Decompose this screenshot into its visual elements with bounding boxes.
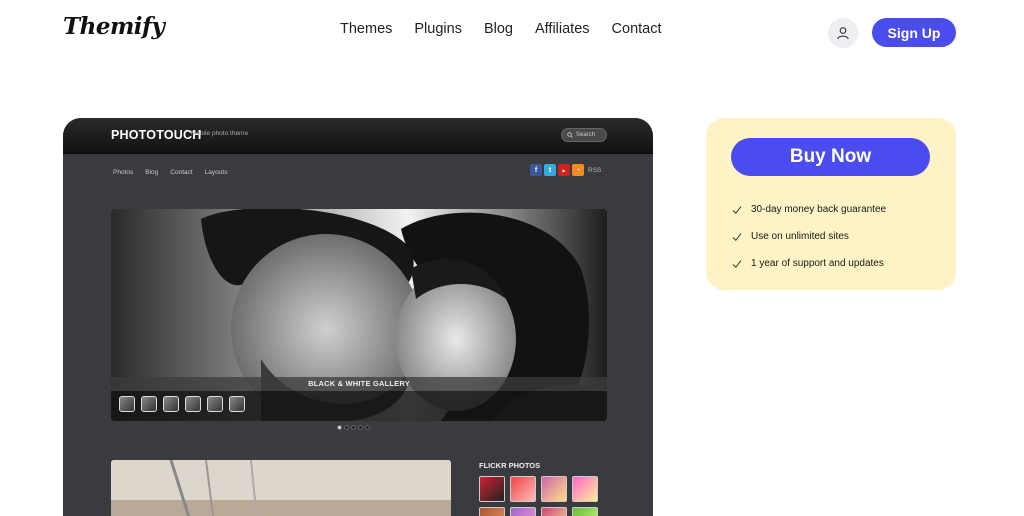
themify-logo[interactable]: Themify	[63, 13, 165, 40]
feature-text: 1 year of support and updates	[751, 258, 884, 269]
nav-themes[interactable]: Themes	[340, 21, 392, 37]
feature-text: 30-day money back guarantee	[751, 204, 887, 215]
preview-brand: PHOTOTOUCH	[111, 128, 202, 142]
feature-list: 30-day money back guarantee Use on unlim…	[732, 196, 886, 277]
preview-search: Search	[561, 128, 607, 142]
preview-nav-photos: Photos	[113, 169, 134, 176]
nav-blog[interactable]: Blog	[484, 21, 513, 37]
nav-contact[interactable]: Contact	[612, 21, 662, 37]
gallery-thumb	[141, 396, 157, 412]
flickr-thumb	[479, 476, 505, 502]
preview-nav-blog: Blog	[145, 169, 159, 176]
rss-label: RSS	[588, 166, 602, 174]
nav-affiliates[interactable]: Affiliates	[535, 21, 590, 37]
hero-caption: BLACK & WHITE GALLERY	[111, 377, 607, 391]
check-icon	[732, 232, 742, 241]
rope-photo	[111, 460, 451, 516]
feature-item: Use on unlimited sites	[732, 223, 886, 250]
preview-tagline: Mobile photo theme	[191, 130, 249, 137]
hero-thumbnail-strip	[111, 391, 607, 421]
flickr-thumb	[541, 507, 567, 516]
flickr-thumb	[479, 507, 505, 516]
feature-item: 30-day money back guarantee	[732, 196, 886, 223]
preview-nav-contact: Contact	[170, 169, 193, 176]
pagination-dot	[358, 425, 363, 430]
pagination-dot	[365, 425, 370, 430]
twitter-icon: t	[544, 164, 556, 176]
hero-slider: BLACK & WHITE GALLERY	[111, 209, 607, 421]
nav-plugins[interactable]: Plugins	[414, 21, 462, 37]
preview-social-icons: f t ▶ ◔ RSS	[530, 164, 601, 176]
slider-pagination	[337, 425, 370, 430]
feature-item: 1 year of support and updates	[732, 250, 886, 277]
facebook-icon: f	[530, 164, 542, 176]
theme-preview-screenshot: PHOTOTOUCH Mobile photo theme Search Pho…	[63, 118, 653, 516]
preview-nav-layouts: Layouts	[204, 169, 228, 176]
flickr-photo-grid	[479, 476, 598, 516]
flickr-thumb	[510, 507, 536, 516]
main-nav: Themes Plugins Blog Affiliates Contact	[340, 21, 662, 37]
user-icon	[837, 27, 849, 40]
gallery-thumb	[229, 396, 245, 412]
gallery-thumb	[185, 396, 201, 412]
preview-post-image	[111, 460, 451, 516]
sign-up-button[interactable]: Sign Up	[872, 18, 956, 47]
rss-icon: ◔	[572, 164, 584, 176]
site-header: Themify Themes Plugins Blog Affiliates C…	[0, 0, 1024, 60]
preview-nav: Photos Blog Contact Layouts	[113, 169, 227, 176]
check-icon	[732, 259, 742, 268]
pagination-dot	[337, 425, 342, 430]
purchase-box: Buy Now 30-day money back guarantee Use …	[706, 118, 956, 290]
feature-text: Use on unlimited sites	[751, 231, 849, 242]
flickr-title: FLICKR PHOTOS	[479, 461, 541, 470]
pagination-dot	[351, 425, 356, 430]
flickr-thumb	[572, 507, 598, 516]
buy-now-button[interactable]: Buy Now	[731, 138, 930, 176]
pagination-dot	[344, 425, 349, 430]
flickr-thumb	[572, 476, 598, 502]
preview-topbar: PHOTOTOUCH Mobile photo theme Search	[63, 118, 653, 154]
check-icon	[732, 205, 742, 214]
gallery-thumb	[163, 396, 179, 412]
account-button[interactable]	[828, 18, 858, 48]
flickr-thumb	[541, 476, 567, 502]
gallery-thumb	[119, 396, 135, 412]
preview-search-text: Search	[576, 132, 596, 138]
gallery-thumb	[207, 396, 223, 412]
youtube-icon: ▶	[558, 164, 570, 176]
flickr-thumb	[510, 476, 536, 502]
search-icon	[567, 132, 573, 138]
